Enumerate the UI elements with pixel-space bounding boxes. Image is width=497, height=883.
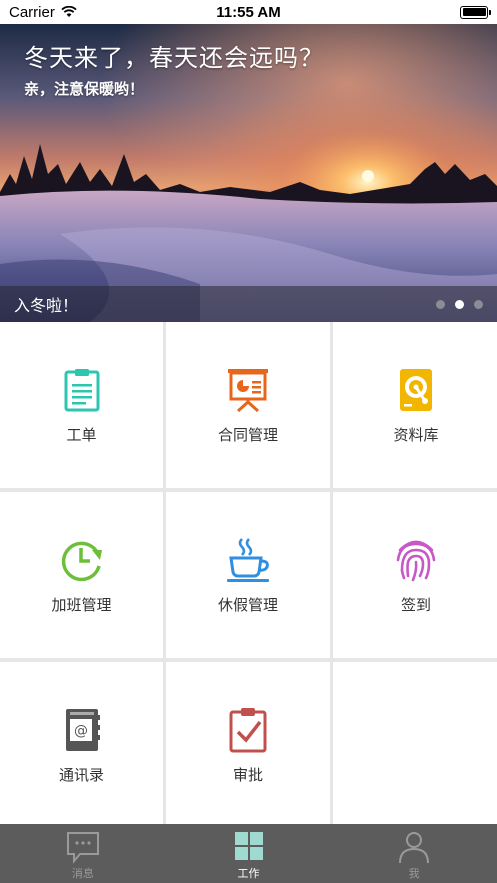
banner-caption: 入冬啦！ xyxy=(14,298,79,315)
grid-item-label: 休假管理 xyxy=(217,596,278,614)
grid-item-work-order[interactable]: 工单 xyxy=(0,322,163,488)
grid-item-contract[interactable]: 合同管理 xyxy=(166,322,330,488)
tab-bar: 消息 工作 我 xyxy=(0,824,497,883)
tab-label: 我 xyxy=(408,868,420,880)
page-dot-active[interactable] xyxy=(455,299,464,309)
status-left: Carrier xyxy=(9,4,77,21)
banner-caption-bar: 入冬啦！ xyxy=(0,286,497,322)
tab-label: 消息 xyxy=(71,868,94,880)
address-book-icon: @ xyxy=(65,708,100,751)
grid-item-contacts[interactable]: @ 通讯录 xyxy=(0,662,163,828)
person-icon xyxy=(399,832,430,864)
function-grid: 工单 合同管理 资料库 加班管理 休假管理 签到 @ 通讯录 审批 xyxy=(0,322,497,828)
grid-item-label: 工单 xyxy=(66,426,97,444)
page-dot[interactable] xyxy=(436,299,445,309)
banner-title: 冬天来了，春天还会远吗？ xyxy=(24,45,324,72)
grid-item-library[interactable]: 资料库 xyxy=(333,322,497,488)
grid-item-label: 通讯录 xyxy=(58,766,104,784)
svg-text:@: @ xyxy=(74,723,88,739)
approval-clipboard-icon xyxy=(229,707,267,752)
banner-subtitle: 亲，注意保暖哟！ xyxy=(24,81,145,98)
grid-item-label: 合同管理 xyxy=(217,426,278,444)
chat-bubble-icon xyxy=(66,832,99,864)
grid-item-label: 资料库 xyxy=(393,426,439,444)
grid-item-leave[interactable]: 休假管理 xyxy=(166,492,330,658)
carrier-label: Carrier xyxy=(9,3,55,21)
grid-item-label: 审批 xyxy=(232,766,263,784)
grid-item-empty xyxy=(333,662,497,828)
grid-item-label: 加班管理 xyxy=(51,596,112,614)
wifi-icon xyxy=(61,6,77,17)
grid-item-checkin[interactable]: 签到 xyxy=(333,492,497,658)
tab-messages[interactable]: 消息 xyxy=(0,824,166,883)
grid-icon xyxy=(234,832,263,860)
page-indicator[interactable] xyxy=(436,299,483,309)
grid-item-approval[interactable]: 审批 xyxy=(166,662,330,828)
status-bar: Carrier 11:55 AM xyxy=(0,0,497,24)
banner-carousel[interactable]: 冬天来了，春天还会远吗？ 亲，注意保暖哟！ 入冬啦！ xyxy=(0,24,497,322)
grid-item-overtime[interactable]: 加班管理 xyxy=(0,492,163,658)
grid-item-label: 签到 xyxy=(400,596,431,614)
page-dot[interactable] xyxy=(474,299,483,309)
presentation-icon xyxy=(228,368,268,412)
tab-me[interactable]: 我 xyxy=(331,824,497,883)
hard-disk-icon xyxy=(400,368,432,411)
fingerprint-icon xyxy=(396,540,436,581)
tab-work[interactable]: 工作 xyxy=(166,824,332,883)
clock-refresh-icon xyxy=(61,541,102,581)
coffee-cup-icon xyxy=(227,537,269,582)
tab-label: 工作 xyxy=(237,868,260,880)
clipboard-icon xyxy=(64,368,99,411)
battery-icon xyxy=(460,5,491,19)
